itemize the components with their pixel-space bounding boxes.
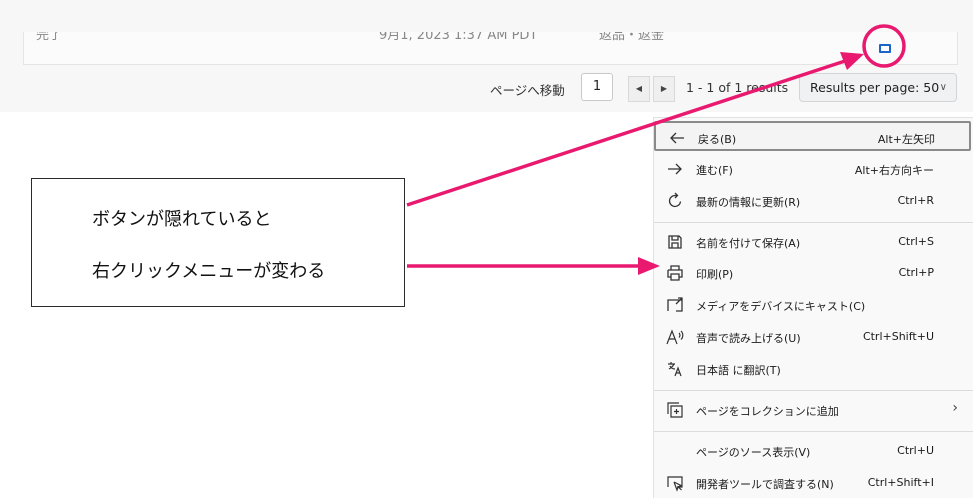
annotation-callout: ボタンが隠れていると 右クリックメニューが変わる	[31, 178, 405, 307]
devtools-icon	[666, 474, 684, 492]
next-page-button[interactable]: ▶	[653, 76, 675, 102]
print-icon	[666, 264, 684, 282]
menu-item-inspect[interactable]: 開発者ツールで調査する(N) Ctrl+Shift+I	[654, 468, 973, 498]
menu-separator	[654, 222, 973, 223]
chevron-right-icon: ›	[952, 400, 958, 416]
menu-item-refresh[interactable]: 最新の情報に更新(R) Ctrl+R	[654, 186, 973, 216]
context-menu: 戻る(B) Alt+左矢印 進む(F) Alt+右方向キー 最新の情報に更新(R…	[653, 117, 973, 498]
results-per-page-select[interactable]: Results per page: 50 ∨	[799, 73, 957, 102]
annotation-line-2: 右クリックメニューが変わる	[92, 261, 326, 282]
menu-item-back[interactable]: 戻る(B) Alt+左矢印	[654, 121, 971, 151]
collection-add-icon	[666, 401, 684, 419]
row-date: 9月1, 2023 1:37 AM PDT	[379, 32, 538, 43]
goto-page-label: ページへ移動	[490, 83, 565, 98]
row-type: 返品・返金	[599, 32, 665, 43]
menu-item-translate[interactable]: 日本語 に翻訳(T)	[654, 354, 973, 384]
menu-separator	[654, 390, 973, 391]
results-per-page-label: Results per page: 50	[810, 80, 940, 95]
prev-page-button[interactable]: ◀	[628, 76, 650, 102]
table-row[interactable]: 完了 9月1, 2023 1:37 AM PDT 返品・返金	[23, 32, 958, 65]
page-number-input[interactable]: 1	[581, 73, 613, 101]
hidden-action-button-icon[interactable]	[879, 44, 891, 53]
chevron-down-icon: ∨	[939, 82, 947, 93]
save-icon	[666, 233, 684, 251]
refresh-icon	[666, 192, 684, 210]
forward-arrow-icon	[666, 160, 684, 178]
menu-separator	[654, 431, 973, 432]
menu-item-read-aloud[interactable]: 音声で読み上げる(U) Ctrl+Shift+U	[654, 322, 973, 352]
menu-item-view-source[interactable]: ページのソース表示(V) Ctrl+U	[654, 436, 973, 466]
results-count: 1 - 1 of 1 results	[686, 80, 789, 95]
annotation-line-1: ボタンが隠れていると	[92, 209, 272, 230]
menu-item-forward[interactable]: 進む(F) Alt+右方向キー	[654, 154, 973, 184]
row-status: 完了	[36, 32, 63, 43]
cast-icon	[666, 296, 684, 314]
menu-item-print[interactable]: 印刷(P) Ctrl+P	[654, 258, 973, 288]
menu-item-cast[interactable]: メディアをデバイスにキャスト(C)	[654, 290, 973, 320]
translate-icon	[666, 360, 684, 378]
menu-item-save-as[interactable]: 名前を付けて保存(A) Ctrl+S	[654, 227, 973, 257]
back-arrow-icon	[668, 129, 686, 147]
menu-item-add-to-collection[interactable]: ページをコレクションに追加 ›	[654, 395, 973, 425]
read-aloud-icon	[666, 328, 684, 346]
